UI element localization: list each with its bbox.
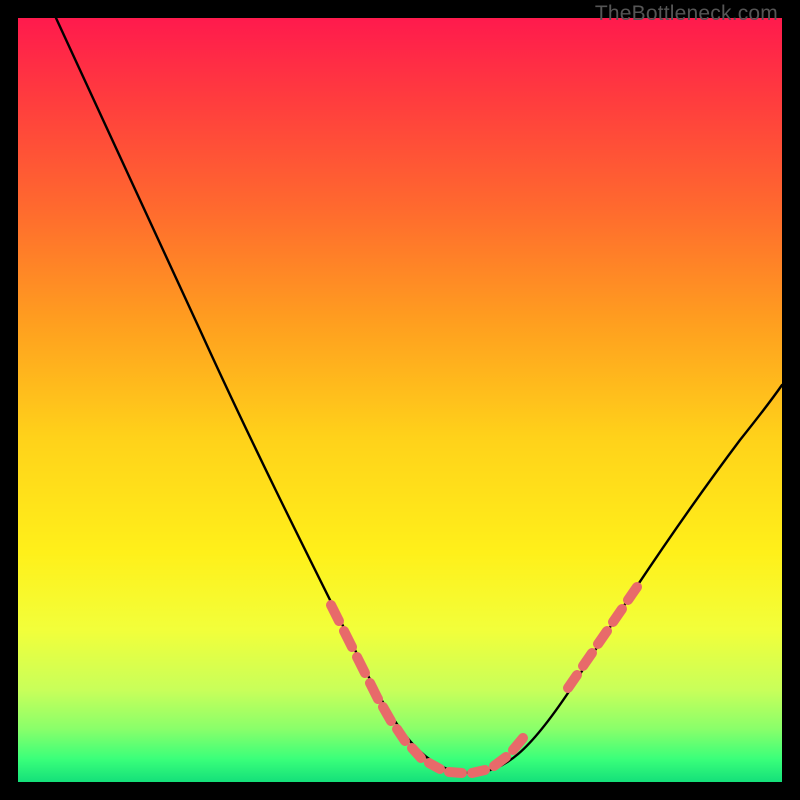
chart-curve-line (56, 18, 782, 773)
highlight-dash (583, 653, 592, 666)
highlight-dash (449, 772, 462, 773)
highlight-right-group (568, 587, 637, 688)
highlight-dash (568, 675, 577, 688)
highlight-dash (357, 657, 365, 673)
highlight-left-group (331, 605, 523, 773)
highlight-dash (628, 587, 637, 600)
chart-svg (0, 0, 800, 800)
highlight-dash (370, 683, 378, 699)
highlight-dash (383, 707, 391, 721)
highlight-dash (344, 631, 352, 647)
highlight-dash (429, 763, 440, 769)
highlight-dash (613, 609, 622, 622)
highlight-dash (331, 605, 339, 621)
highlight-dash (397, 729, 405, 741)
highlight-dash (598, 631, 607, 644)
highlight-dash (472, 770, 485, 773)
highlight-dash (412, 748, 421, 758)
chart-curve-group (56, 18, 782, 773)
highlight-dash (513, 738, 523, 750)
